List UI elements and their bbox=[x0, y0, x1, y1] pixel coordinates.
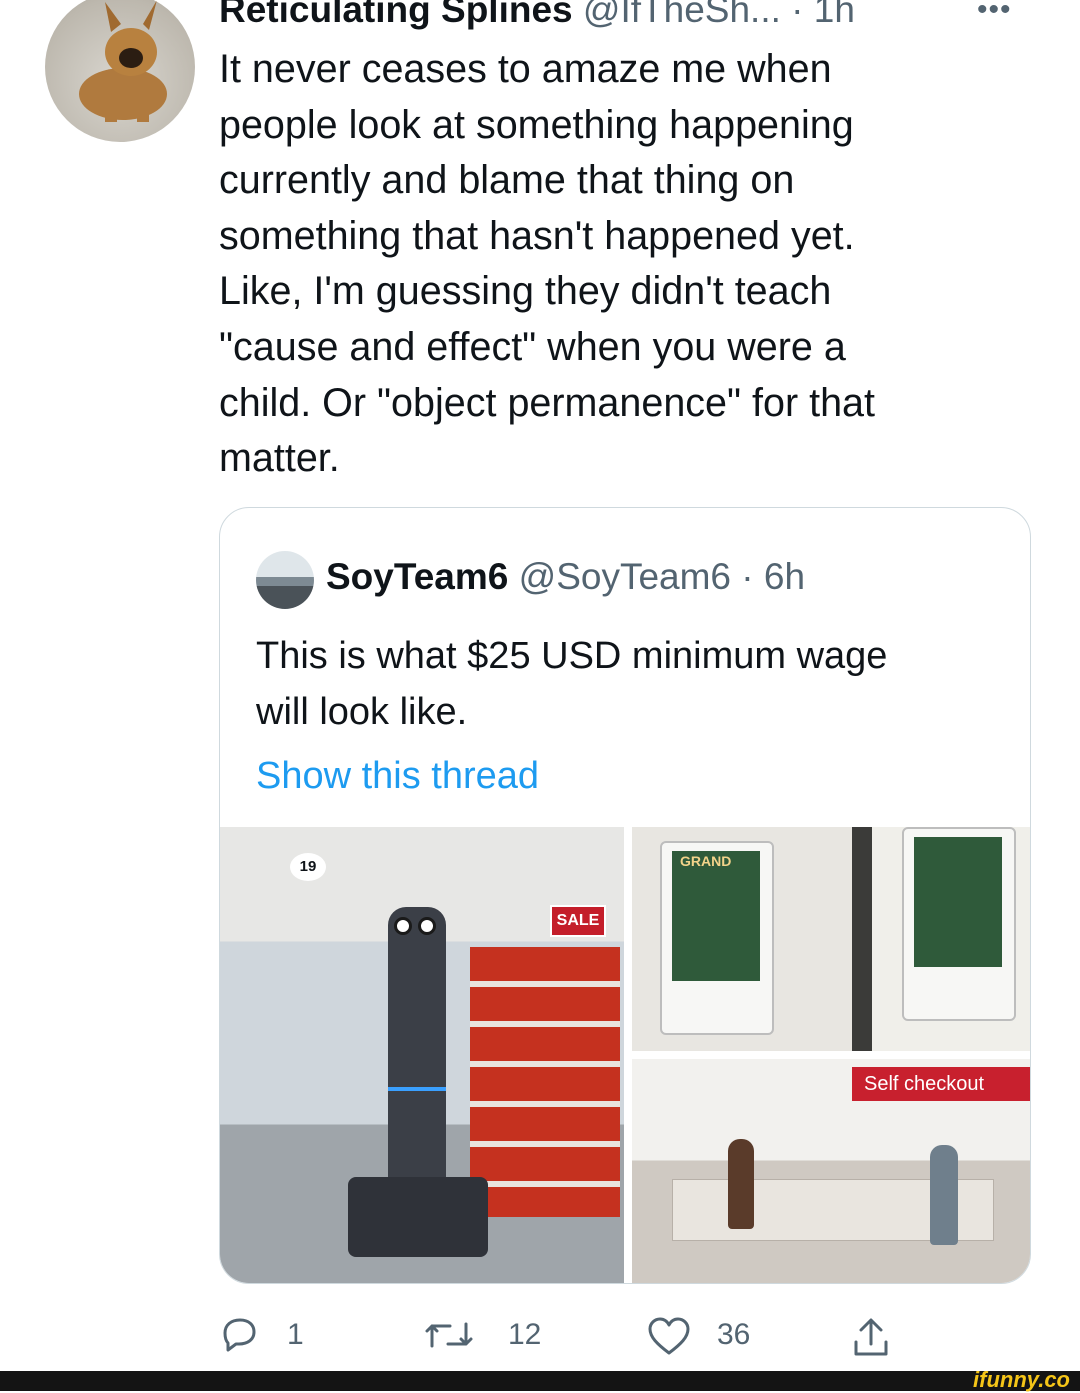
author-avatar[interactable] bbox=[45, 0, 195, 142]
reply-count: 1 bbox=[287, 1318, 304, 1351]
tweet-actions: 1 12 36 bbox=[219, 1312, 919, 1358]
tweet-text: It never ceases to amaze me when people … bbox=[219, 47, 875, 481]
watermark: ifunny.co bbox=[973, 1367, 1070, 1392]
more-icon[interactable]: ••• bbox=[977, 0, 1012, 32]
self-checkout-sign: Self checkout bbox=[852, 1067, 1030, 1101]
author-handle[interactable]: @IfTheSh... bbox=[583, 0, 781, 30]
retweet-count: 12 bbox=[508, 1318, 542, 1351]
like-icon bbox=[648, 1317, 690, 1355]
robot-base bbox=[348, 1177, 488, 1257]
retweet-icon bbox=[425, 1322, 473, 1348]
like-button[interactable]: 36 bbox=[647, 1312, 787, 1358]
kiosk-image[interactable]: GRAND bbox=[632, 827, 1030, 1051]
share-icon bbox=[854, 1318, 888, 1356]
kiosk-banner: GRAND bbox=[680, 853, 732, 869]
quoted-tweet[interactable]: SoyTeam6 @SoyTeam6 · 6h This is what $25… bbox=[219, 507, 1031, 1284]
author-name[interactable]: Reticulating Splines bbox=[219, 0, 573, 30]
quoted-author-name[interactable]: SoyTeam6 bbox=[326, 556, 508, 597]
chip-shelf bbox=[470, 947, 620, 1217]
aisle-number: 19 bbox=[290, 853, 326, 881]
reply-button[interactable]: 1 bbox=[219, 1312, 319, 1358]
quoted-author-avatar[interactable] bbox=[256, 551, 314, 609]
quoted-author-handle[interactable]: @SoyTeam6 bbox=[519, 556, 731, 597]
tweet-header: Reticulating Splines @IfTheSh... · 1h ••… bbox=[219, 0, 1039, 32]
watermark-bar bbox=[0, 1371, 1080, 1391]
media-grid: SALE 19 GRAND Self checkout bbox=[220, 827, 1030, 1283]
tweet-time[interactable]: · 1h bbox=[791, 0, 855, 30]
kiosk-right bbox=[902, 827, 1016, 1021]
store-robot-image[interactable]: SALE 19 bbox=[220, 827, 624, 1283]
like-count: 36 bbox=[717, 1318, 751, 1351]
sale-sign: SALE bbox=[550, 905, 606, 937]
robot bbox=[388, 907, 446, 1207]
self-checkout-image[interactable]: Self checkout bbox=[632, 1059, 1030, 1283]
quoted-tweet-text: This is what $25 USD minimum wage will l… bbox=[256, 635, 888, 733]
quoted-tweet-time[interactable]: · 6h bbox=[741, 556, 805, 597]
kiosk-left bbox=[660, 841, 774, 1035]
share-button[interactable] bbox=[851, 1312, 901, 1358]
reply-icon bbox=[223, 1318, 256, 1352]
retweet-button[interactable]: 12 bbox=[424, 1312, 564, 1358]
quoted-tweet-header: SoyTeam6 @SoyTeam6 · 6h bbox=[326, 553, 805, 601]
show-thread-link[interactable]: Show this thread bbox=[256, 750, 539, 802]
